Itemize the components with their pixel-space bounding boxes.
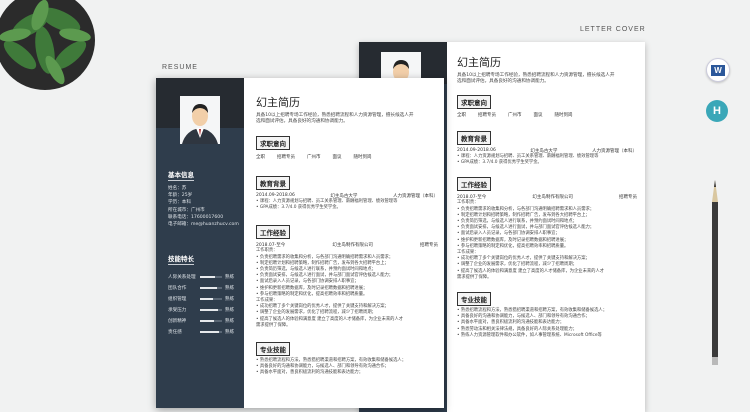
skill-bar (200, 286, 222, 289)
cover-section-work: 工作经验 (457, 177, 491, 192)
skill-bar (200, 275, 222, 278)
plant-image (0, 0, 95, 90)
side-skills-title: 技能特长 (168, 255, 194, 266)
skill-item: 团队合作 熟练 (168, 285, 235, 291)
side-info-title: 基本信息 (168, 171, 194, 181)
skill-item: 责任感 熟练 (168, 329, 235, 335)
intent-row: 全职 招聘专员 广州市 面议 随时到岗 (256, 155, 372, 160)
pencil-image (712, 180, 718, 365)
resume-page: 基本信息 姓名：苏 年龄：25岁 学历：本科 所在城市：广州市 联系电话：1760001… (156, 78, 444, 408)
skill-bar (200, 330, 222, 333)
section-edu: 教育背景 (256, 176, 290, 190)
cover-section-skills: 专业技能 (457, 292, 491, 307)
cover-section-edu: 教育背景 (457, 131, 491, 145)
cover-section-intent: 求职意向 (457, 95, 491, 109)
skill-bar (200, 319, 222, 322)
side-skill-list: 人际关系处理 熟练 团队合作 熟练 组织管理 熟练 承受压力 熟练 创新精神 熟练 责任感 熟练 (168, 271, 242, 337)
skill-item: 人际关系处理 熟练 (168, 274, 235, 280)
section-work: 工作经验 (256, 225, 290, 240)
section-skills: 专业技能 (256, 342, 290, 357)
skill-item: 承受压力 熟练 (168, 307, 235, 313)
resume-label: RESUME (162, 64, 198, 71)
section-intent: 求职意向 (256, 136, 290, 150)
skill-item: 组织管理 熟练 (168, 296, 235, 302)
resume-avatar (180, 96, 220, 144)
resume-name: 幻主简历 (256, 96, 300, 109)
letter-cover-label: LETTER COVER (580, 26, 646, 33)
skill-bar (200, 297, 222, 300)
skill-item: 创新精神 熟练 (168, 318, 235, 324)
skill-bar (200, 308, 222, 311)
side-info-list: 姓名：苏 年龄：25岁 学历：本科 所在城市：广州市 联系电话：17600017600 电… (168, 186, 239, 228)
brand-badge-icon[interactable]: H (706, 100, 728, 122)
work-details: 工作职责： • 负责招聘需求的收集和分析，与各部门沟通明确招聘需求和人员需求； •… (256, 248, 404, 328)
word-app-icon[interactable]: W (706, 58, 730, 82)
cover-name: 幻主简历 (457, 56, 501, 69)
cover-intent-row: 全职 招聘专员 广州市 面议 随时到岗 (457, 113, 573, 118)
